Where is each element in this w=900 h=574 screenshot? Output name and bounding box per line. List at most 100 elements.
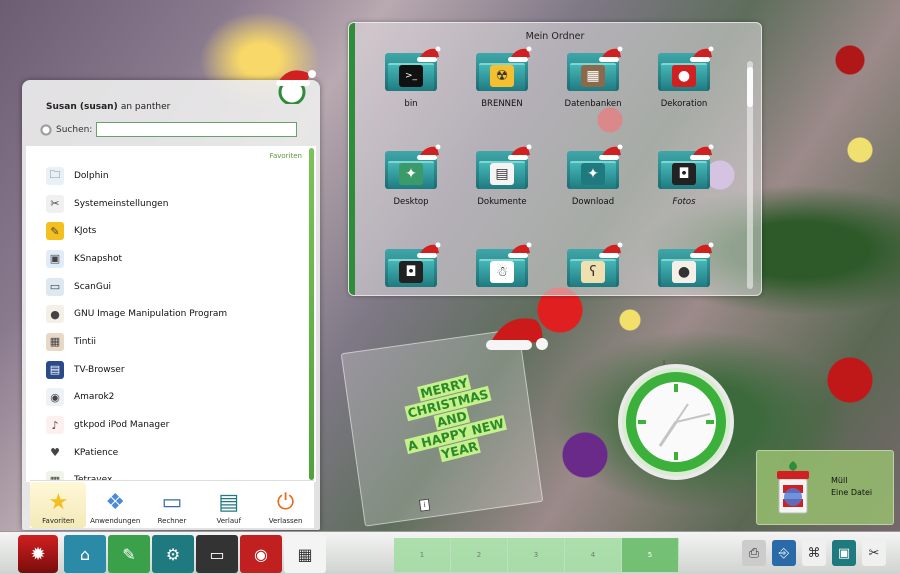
menu-item-label: Dolphin xyxy=(74,170,109,181)
application-menu: Susan (susan) an panther Suchen: Favorit… xyxy=(22,70,320,530)
search-row: Suchen: xyxy=(40,122,298,137)
printer-icon[interactable]: ⎙ xyxy=(742,540,766,566)
gear-icon[interactable]: ⚙ xyxy=(152,535,194,573)
folder-icon: 🗀 xyxy=(46,166,64,185)
santa-hat-icon xyxy=(508,46,532,62)
desktop-page[interactable]: 1 xyxy=(394,538,451,572)
tab-label: Verlassen xyxy=(268,517,303,525)
tab-computer[interactable]: ▭ Rechner xyxy=(144,482,200,528)
desktop-page[interactable]: 5 xyxy=(622,538,679,572)
applications-icon: ❖ xyxy=(105,489,126,515)
folder-item[interactable]: ☃ xyxy=(462,242,542,295)
tab-applications[interactable]: ❖ Anwendungen xyxy=(87,482,143,528)
folder-item[interactable]: >_ bin xyxy=(371,46,451,109)
folder-icon: ● xyxy=(658,46,714,91)
folder-item[interactable]: ✦ Desktop xyxy=(371,144,451,207)
gimp-icon: ● xyxy=(46,305,64,324)
santa-hat-icon xyxy=(599,242,623,258)
folder-icon: ◘ xyxy=(658,144,714,189)
search-label: Suchen: xyxy=(56,124,93,135)
folder-item-label: Fotos xyxy=(672,197,696,207)
folder-item[interactable]: ◘ Fotos xyxy=(644,144,724,207)
monitor-icon[interactable]: ▭ xyxy=(196,535,238,573)
dragon-logo-icon: ✹ xyxy=(30,543,46,565)
tools-icon[interactable]: ✂ xyxy=(862,540,886,566)
folder-item-label: Dekoration xyxy=(660,99,708,109)
santa-hat-icon xyxy=(690,144,714,160)
image-icon: ▦ xyxy=(46,332,64,351)
download-icon: ✦ xyxy=(581,163,605,185)
folder-scroll-thumb[interactable] xyxy=(747,67,753,107)
pen-icon[interactable]: ✎ xyxy=(108,535,150,573)
menu-item[interactable]: ▣ KSnapshot xyxy=(46,245,227,273)
santa-hat-icon xyxy=(508,242,532,258)
menu-item[interactable]: ▦ Tintii xyxy=(46,328,227,356)
start-menu-button[interactable]: ✹ xyxy=(18,535,58,573)
usb-icon[interactable]: ⎆ xyxy=(772,540,796,566)
menu-item-label: Systemeinstellungen xyxy=(74,198,169,209)
desktop-page[interactable]: 4 xyxy=(565,538,622,572)
menu-item-label: ScanGui xyxy=(74,281,112,292)
folder-icon: ● xyxy=(658,242,714,287)
greeting-text: MERRY CHRISTMAS AND A HAPPY NEW YEAR xyxy=(384,366,520,473)
favorites-header: Favoriten xyxy=(269,152,302,160)
menu-item[interactable]: 🗀 Dolphin xyxy=(46,162,227,190)
folder-item[interactable]: ʕ xyxy=(553,242,633,295)
home-icon[interactable]: ⌂ xyxy=(64,535,106,573)
gift-icon[interactable]: ⌘ xyxy=(802,540,826,566)
santa-hat-icon xyxy=(599,46,623,62)
menu-item-label: KSnapshot xyxy=(74,253,122,264)
tab-star[interactable]: ★ Favoriten xyxy=(30,482,87,528)
system-tray: ⎙ ⎆ ⌘ ▣ ✂ xyxy=(742,540,886,566)
menu-item[interactable]: ♪ gtkpod iPod Manager xyxy=(46,411,227,439)
media-icon[interactable]: ◉ xyxy=(240,535,282,573)
folder-item[interactable]: ✦ Download xyxy=(553,144,633,207)
clock-widget[interactable] xyxy=(606,360,746,480)
folder-item-label: Desktop xyxy=(393,197,429,207)
power-icon: ⏻ xyxy=(276,489,295,515)
menu-item[interactable]: ▭ ScanGui xyxy=(46,273,227,301)
calendar-icon[interactable]: ▦ xyxy=(284,535,326,573)
trash-widget[interactable]: Müll Eine Datei xyxy=(756,450,894,525)
folder-item-label: Datenbanken xyxy=(564,99,622,109)
desktop-page[interactable]: 2 xyxy=(451,538,508,572)
menu-item[interactable]: ✎ KJots xyxy=(46,217,227,245)
santa-hat-icon xyxy=(276,70,316,104)
note-handle-icon[interactable]: i xyxy=(418,498,431,512)
gimp-icon: ● xyxy=(672,261,696,283)
greeting-note[interactable]: MERRY CHRISTMAS AND A HAPPY NEW YEAR i xyxy=(340,328,544,527)
folder-item[interactable]: ● Dekoration xyxy=(644,46,724,109)
history-icon: ▤ xyxy=(218,489,240,515)
list-scrollbar[interactable] xyxy=(309,148,314,480)
folder-item[interactable]: ☢ BRENNEN xyxy=(462,46,542,109)
menu-item[interactable]: ♥ KPatience xyxy=(46,439,227,467)
menu-item[interactable]: ▤ TV-Browser xyxy=(46,356,227,384)
folder-item[interactable]: ▦ Datenbanken xyxy=(553,46,633,109)
tab-history[interactable]: ▤ Verlauf xyxy=(201,482,257,528)
desktop-page[interactable]: 3 xyxy=(508,538,565,572)
menu-item[interactable]: ✂ Systemeinstellungen xyxy=(46,190,227,218)
folder-item[interactable]: ▤ Dokumente xyxy=(462,144,542,207)
search-input[interactable] xyxy=(96,122,298,137)
menu-item-label: KPatience xyxy=(74,447,119,458)
menu-item[interactable]: ◉ Amarok2 xyxy=(46,384,227,412)
tab-label: Verlauf xyxy=(216,517,242,525)
santa-hat-icon xyxy=(508,144,532,160)
tab-label: Favoriten xyxy=(42,517,75,525)
folder-item[interactable]: ◘ xyxy=(371,242,451,295)
folder-icon: ▦ xyxy=(567,46,623,91)
search-icon xyxy=(40,123,52,136)
cards-icon: ♥ xyxy=(46,443,64,462)
taskbar: ✹ ⌂ ✎ ⚙ ▭ ◉ ▦ 12345 ⎙ ⎆ ⌘ ▣ ✂ xyxy=(0,531,900,574)
folder-item[interactable]: ● xyxy=(644,242,724,295)
user-name: Susan (susan) xyxy=(46,102,118,112)
santa-hat-icon xyxy=(690,46,714,62)
folder-icon: ▤ xyxy=(476,144,532,189)
screen-icon[interactable]: ▣ xyxy=(832,540,856,566)
scanner-icon: ▭ xyxy=(46,277,64,296)
folder-accent-stripe xyxy=(349,23,355,295)
menu-item[interactable]: ● GNU Image Manipulation Program xyxy=(46,300,227,328)
tab-power[interactable]: ⏻ Verlassen xyxy=(258,482,314,528)
menu-item-label: Tintii xyxy=(74,336,96,347)
folder-item-label: Download xyxy=(571,197,615,207)
